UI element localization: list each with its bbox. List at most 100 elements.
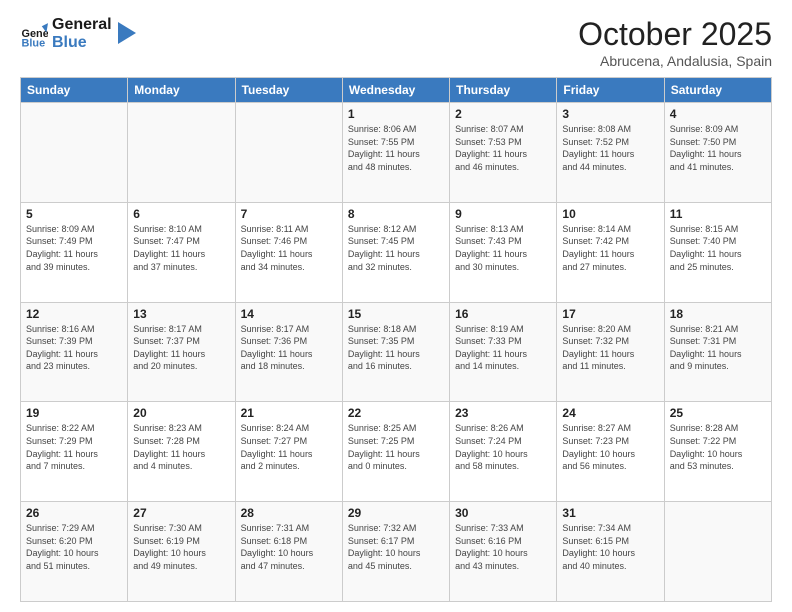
day-number: 26 — [26, 506, 122, 520]
day-number: 27 — [133, 506, 229, 520]
day-info: Sunrise: 8:21 AM Sunset: 7:31 PM Dayligh… — [670, 323, 766, 373]
location: Abrucena, Andalusia, Spain — [578, 53, 772, 69]
day-number: 23 — [455, 406, 551, 420]
calendar-cell: 16Sunrise: 8:19 AM Sunset: 7:33 PM Dayli… — [450, 302, 557, 402]
day-info: Sunrise: 8:14 AM Sunset: 7:42 PM Dayligh… — [562, 223, 658, 273]
logo-general: General — [52, 16, 112, 34]
calendar-cell: 3Sunrise: 8:08 AM Sunset: 7:52 PM Daylig… — [557, 103, 664, 203]
calendar-cell: 2 Sunrise: 8:07 AM Sunset: 7:53 PM Daylig… — [450, 103, 557, 203]
calendar-cell: 22 Sunrise: 8:25 AM Sunset: 7:25 PM Dayli… — [342, 402, 449, 502]
day-number: 25 — [670, 406, 766, 420]
calendar-cell: 14 Sunrise: 8:17 AM Sunset: 7:36 PM Dayli… — [235, 302, 342, 402]
calendar-cell: 26 Sunrise: 7:29 AM Sunset: 6:20 PM Dayli… — [21, 502, 128, 602]
calendar-cell — [235, 103, 342, 203]
calendar-week-1: 5 Sunrise: 8:09 AM Sunset: 7:49 PM Daylig… — [21, 202, 772, 302]
logo-blue: Blue — [52, 34, 112, 52]
header: General Blue General Blue October 2025 A… — [20, 16, 772, 69]
calendar: Sunday Monday Tuesday Wednesday Thursday… — [20, 77, 772, 602]
calendar-week-4: 26 Sunrise: 7:29 AM Sunset: 6:20 PM Dayli… — [21, 502, 772, 602]
col-friday: Friday — [557, 78, 664, 103]
day-number: 15 — [348, 307, 444, 321]
calendar-cell: 4Sunrise: 8:09 AM Sunset: 7:50 PM Daylig… — [664, 103, 771, 203]
calendar-cell: 12 Sunrise: 8:16 AM Sunset: 7:39 PM Dayli… — [21, 302, 128, 402]
calendar-week-3: 19 Sunrise: 8:22 AM Sunset: 7:29 PM Dayli… — [21, 402, 772, 502]
day-info: Sunrise: 8:24 AM Sunset: 7:27 PM Dayligh… — [241, 422, 337, 472]
day-info: Sunrise: 8:15 AM Sunset: 7:40 PM Dayligh… — [670, 223, 766, 273]
day-info: Sunrise: 8:07 AM Sunset: 7:53 PM Dayligh… — [455, 123, 551, 173]
calendar-cell — [664, 502, 771, 602]
day-info: Sunrise: 8:18 AM Sunset: 7:35 PM Dayligh… — [348, 323, 444, 373]
calendar-cell: 27 Sunrise: 7:30 AM Sunset: 6:19 PM Dayli… — [128, 502, 235, 602]
day-info: Sunrise: 8:17 AM Sunset: 7:36 PM Dayligh… — [241, 323, 337, 373]
day-number: 22 — [348, 406, 444, 420]
calendar-cell: 10 Sunrise: 8:14 AM Sunset: 7:42 PM Dayli… — [557, 202, 664, 302]
day-number: 19 — [26, 406, 122, 420]
day-info: Sunrise: 7:33 AM Sunset: 6:16 PM Dayligh… — [455, 522, 551, 572]
day-info: Sunrise: 8:20 AM Sunset: 7:32 PM Dayligh… — [562, 323, 658, 373]
day-number: 28 — [241, 506, 337, 520]
day-info: Sunrise: 7:34 AM Sunset: 6:15 PM Dayligh… — [562, 522, 658, 572]
day-info: Sunrise: 7:31 AM Sunset: 6:18 PM Dayligh… — [241, 522, 337, 572]
calendar-cell: 1 Sunrise: 8:06 AM Sunset: 7:55 PM Daylig… — [342, 103, 449, 203]
day-info: Sunrise: 8:28 AM Sunset: 7:22 PM Dayligh… — [670, 422, 766, 472]
calendar-cell: 18 Sunrise: 8:21 AM Sunset: 7:31 PM Dayli… — [664, 302, 771, 402]
day-number: 16 — [455, 307, 551, 321]
day-info: Sunrise: 8:25 AM Sunset: 7:25 PM Dayligh… — [348, 422, 444, 472]
calendar-cell — [21, 103, 128, 203]
col-sunday: Sunday — [21, 78, 128, 103]
day-info: Sunrise: 8:11 AM Sunset: 7:46 PM Dayligh… — [241, 223, 337, 273]
calendar-body: 1 Sunrise: 8:06 AM Sunset: 7:55 PM Daylig… — [21, 103, 772, 602]
day-number: 14 — [241, 307, 337, 321]
day-number: 7 — [241, 207, 337, 221]
day-info: Sunrise: 8:17 AM Sunset: 7:37 PM Dayligh… — [133, 323, 229, 373]
calendar-cell: 5 Sunrise: 8:09 AM Sunset: 7:49 PM Daylig… — [21, 202, 128, 302]
col-thursday: Thursday — [450, 78, 557, 103]
day-number: 10 — [562, 207, 658, 221]
day-number: 20 — [133, 406, 229, 420]
calendar-cell: 21 Sunrise: 8:24 AM Sunset: 7:27 PM Dayli… — [235, 402, 342, 502]
col-saturday: Saturday — [664, 78, 771, 103]
day-info: Sunrise: 8:22 AM Sunset: 7:29 PM Dayligh… — [26, 422, 122, 472]
calendar-cell: 8Sunrise: 8:12 AM Sunset: 7:45 PM Daylig… — [342, 202, 449, 302]
header-row: Sunday Monday Tuesday Wednesday Thursday… — [21, 78, 772, 103]
calendar-week-0: 1 Sunrise: 8:06 AM Sunset: 7:55 PM Daylig… — [21, 103, 772, 203]
day-number: 21 — [241, 406, 337, 420]
day-number: 24 — [562, 406, 658, 420]
day-info: Sunrise: 8:08 AM Sunset: 7:52 PM Dayligh… — [562, 123, 658, 173]
calendar-cell: 7 Sunrise: 8:11 AM Sunset: 7:46 PM Daylig… — [235, 202, 342, 302]
calendar-cell: 13Sunrise: 8:17 AM Sunset: 7:37 PM Dayli… — [128, 302, 235, 402]
day-info: Sunrise: 7:32 AM Sunset: 6:17 PM Dayligh… — [348, 522, 444, 572]
calendar-cell: 28 Sunrise: 7:31 AM Sunset: 6:18 PM Dayli… — [235, 502, 342, 602]
calendar-cell: 9 Sunrise: 8:13 AM Sunset: 7:43 PM Daylig… — [450, 202, 557, 302]
day-info: Sunrise: 8:23 AM Sunset: 7:28 PM Dayligh… — [133, 422, 229, 472]
logo-arrow-icon — [118, 22, 136, 44]
day-number: 9 — [455, 207, 551, 221]
day-number: 18 — [670, 307, 766, 321]
day-number: 31 — [562, 506, 658, 520]
day-info: Sunrise: 8:27 AM Sunset: 7:23 PM Dayligh… — [562, 422, 658, 472]
day-number: 5 — [26, 207, 122, 221]
day-number: 1 — [348, 107, 444, 121]
calendar-cell: 29Sunrise: 7:32 AM Sunset: 6:17 PM Dayli… — [342, 502, 449, 602]
day-number: 6 — [133, 207, 229, 221]
calendar-cell: 6Sunrise: 8:10 AM Sunset: 7:47 PM Daylig… — [128, 202, 235, 302]
day-info: Sunrise: 7:30 AM Sunset: 6:19 PM Dayligh… — [133, 522, 229, 572]
calendar-week-2: 12 Sunrise: 8:16 AM Sunset: 7:39 PM Dayli… — [21, 302, 772, 402]
day-info: Sunrise: 7:29 AM Sunset: 6:20 PM Dayligh… — [26, 522, 122, 572]
day-info: Sunrise: 8:16 AM Sunset: 7:39 PM Dayligh… — [26, 323, 122, 373]
month-title: October 2025 — [578, 16, 772, 53]
day-number: 12 — [26, 307, 122, 321]
calendar-header: Sunday Monday Tuesday Wednesday Thursday… — [21, 78, 772, 103]
calendar-cell: 15 Sunrise: 8:18 AM Sunset: 7:35 PM Dayli… — [342, 302, 449, 402]
day-info: Sunrise: 8:09 AM Sunset: 7:49 PM Dayligh… — [26, 223, 122, 273]
day-info: Sunrise: 8:06 AM Sunset: 7:55 PM Dayligh… — [348, 123, 444, 173]
day-number: 2 — [455, 107, 551, 121]
calendar-cell: 30Sunrise: 7:33 AM Sunset: 6:16 PM Dayli… — [450, 502, 557, 602]
logo: General Blue General Blue — [20, 16, 136, 53]
col-tuesday: Tuesday — [235, 78, 342, 103]
calendar-cell: 31 Sunrise: 7:34 AM Sunset: 6:15 PM Dayli… — [557, 502, 664, 602]
day-info: Sunrise: 8:13 AM Sunset: 7:43 PM Dayligh… — [455, 223, 551, 273]
day-number: 8 — [348, 207, 444, 221]
logo-icon: General Blue — [20, 20, 48, 48]
calendar-cell: 11Sunrise: 8:15 AM Sunset: 7:40 PM Dayli… — [664, 202, 771, 302]
